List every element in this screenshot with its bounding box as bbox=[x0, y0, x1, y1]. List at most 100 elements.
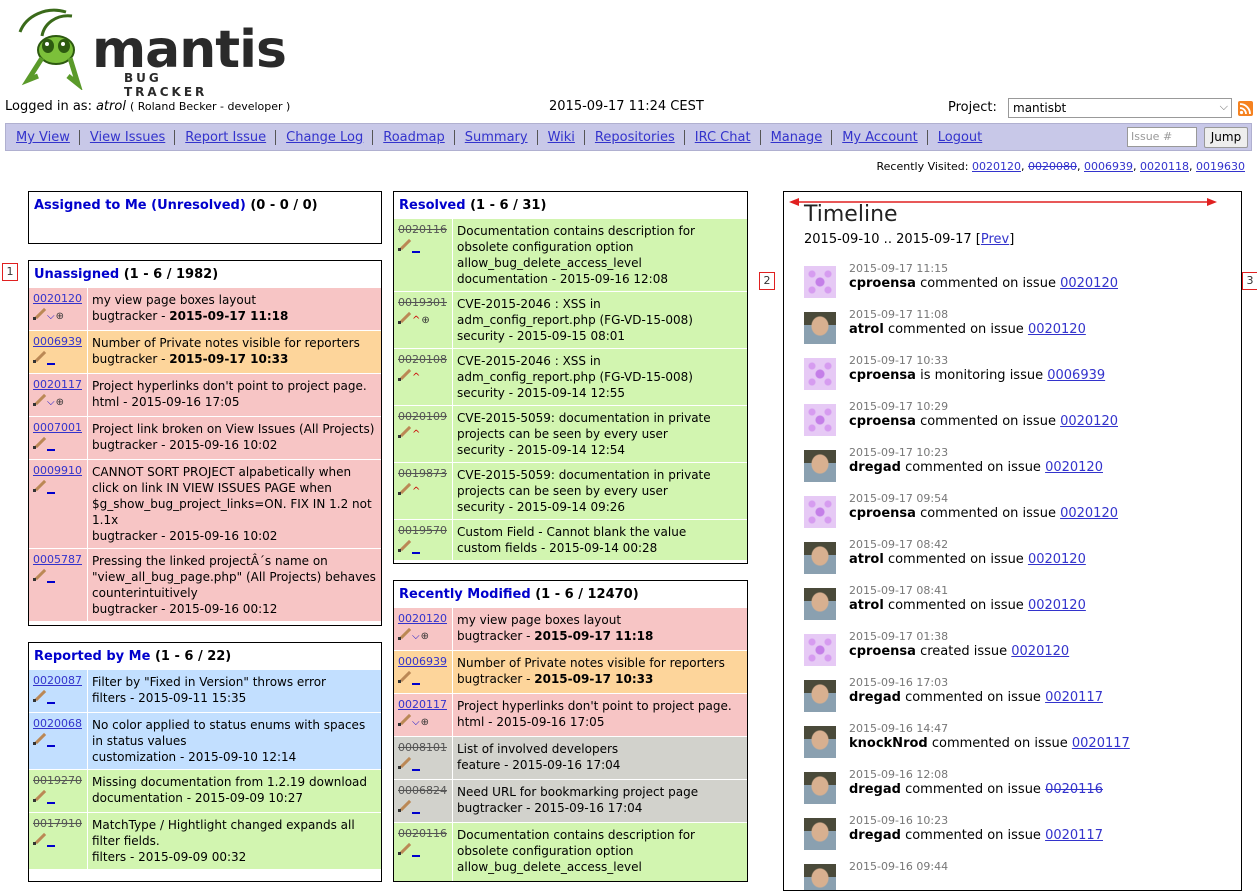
edit-pencil-icon[interactable] bbox=[398, 713, 410, 726]
edit-pencil-icon[interactable] bbox=[398, 482, 410, 495]
unassigned-title-link[interactable]: Unassigned bbox=[34, 267, 119, 282]
timeline-user[interactable]: cproensa bbox=[849, 506, 916, 521]
edit-pencil-icon[interactable] bbox=[33, 732, 45, 745]
edit-pencil-icon[interactable] bbox=[33, 789, 45, 802]
timeline-user[interactable]: atrol bbox=[849, 552, 884, 567]
edit-pencil-icon[interactable] bbox=[398, 842, 410, 855]
mantis-logo[interactable]: mantis BUG TRACKER bbox=[6, 6, 287, 99]
timeline-user[interactable]: dregad bbox=[849, 460, 901, 475]
issue-id-link[interactable]: 0019270 bbox=[33, 774, 82, 787]
issue-id-link[interactable]: 0009910 bbox=[33, 464, 82, 477]
issue-id-link[interactable]: 0020109 bbox=[398, 410, 447, 423]
issue-row: 0019570 Custom Field - Cannot blank the v… bbox=[394, 519, 747, 560]
timeline-user[interactable]: cproensa bbox=[849, 644, 916, 659]
timeline-user[interactable]: knockNrod bbox=[849, 736, 928, 751]
issue-id-link[interactable]: 0020068 bbox=[33, 717, 82, 730]
timeline-user[interactable]: atrol bbox=[849, 598, 884, 613]
timeline-issue-link[interactable]: 0020120 bbox=[1060, 414, 1118, 429]
timeline-user[interactable]: cproensa bbox=[849, 276, 916, 291]
recent-issue-link[interactable]: 0020080 bbox=[1028, 160, 1077, 173]
edit-pencil-icon[interactable] bbox=[398, 238, 410, 251]
menu-item-change-log[interactable]: Change Log bbox=[276, 130, 374, 145]
timeline-issue-link[interactable]: 0020116 bbox=[1045, 782, 1103, 797]
recent-issue-link[interactable]: 0006939 bbox=[1084, 160, 1133, 173]
edit-pencil-icon[interactable] bbox=[33, 350, 45, 363]
jump-button[interactable]: Jump bbox=[1204, 127, 1248, 148]
timeline-issue-link[interactable]: 0020120 bbox=[1028, 322, 1086, 337]
menu-item-my-account[interactable]: My Account bbox=[832, 130, 928, 145]
issue-id-link[interactable]: 0020117 bbox=[33, 378, 82, 391]
resolved-title-link[interactable]: Resolved bbox=[399, 198, 466, 213]
issue-id-link[interactable]: 0020108 bbox=[398, 353, 447, 366]
edit-pencil-icon[interactable] bbox=[33, 568, 45, 581]
issue-id-link[interactable]: 0019570 bbox=[398, 524, 447, 537]
issue-number-input[interactable]: Issue # bbox=[1127, 127, 1197, 147]
rss-icon[interactable] bbox=[1238, 101, 1253, 116]
edit-pencil-icon[interactable] bbox=[33, 479, 45, 492]
timeline-issue-link[interactable]: 0020120 bbox=[1060, 276, 1118, 291]
menu-item-manage[interactable]: Manage bbox=[760, 130, 833, 145]
timeline-user[interactable]: cproensa bbox=[849, 414, 916, 429]
edit-pencil-icon[interactable] bbox=[398, 425, 410, 438]
timeline-issue-link[interactable]: 0020120 bbox=[1028, 552, 1086, 567]
issue-id-link[interactable]: 0008101 bbox=[398, 741, 447, 754]
issue-id-link[interactable]: 0020087 bbox=[33, 674, 82, 687]
edit-pencil-icon[interactable] bbox=[398, 799, 410, 812]
timeline-issue-link[interactable]: 0020117 bbox=[1045, 828, 1103, 843]
timeline-user[interactable]: dregad bbox=[849, 690, 901, 705]
menu-item-my-view[interactable]: My View bbox=[6, 130, 80, 145]
edit-pencil-icon[interactable] bbox=[398, 368, 410, 381]
modified-title-link[interactable]: Recently Modified bbox=[399, 587, 531, 602]
recent-issue-link[interactable]: 0020120 bbox=[972, 160, 1021, 173]
timeline-user[interactable]: dregad bbox=[849, 828, 901, 843]
issue-id-link[interactable]: 0020117 bbox=[398, 698, 447, 711]
assigned-title-link[interactable]: Assigned to Me (Unresolved) bbox=[34, 198, 246, 213]
timeline-issue-link[interactable]: 0020117 bbox=[1072, 736, 1130, 751]
edit-pencil-icon[interactable] bbox=[33, 832, 45, 845]
timeline-issue-link[interactable]: 0020120 bbox=[1011, 644, 1069, 659]
issue-id-link[interactable]: 0007001 bbox=[33, 421, 82, 434]
timeline-issue-link[interactable]: 0006939 bbox=[1047, 368, 1105, 383]
issue-id-link[interactable]: 0020116 bbox=[398, 827, 447, 840]
issue-id-link[interactable]: 0006824 bbox=[398, 784, 447, 797]
issue-id-link[interactable]: 0020120 bbox=[398, 612, 447, 625]
timeline-user[interactable]: atrol bbox=[849, 322, 884, 337]
edit-pencil-icon[interactable] bbox=[33, 393, 45, 406]
edit-pencil-icon[interactable] bbox=[398, 670, 410, 683]
menu-item-irc-chat[interactable]: IRC Chat bbox=[684, 130, 761, 145]
issue-row: 0009910 CANNOT SORT PROJECT alpabetically… bbox=[29, 459, 381, 548]
recent-issue-link[interactable]: 0019630 bbox=[1196, 160, 1245, 173]
edit-pencil-icon[interactable] bbox=[398, 756, 410, 769]
recent-issue-link[interactable]: 0020118 bbox=[1140, 160, 1189, 173]
menu-item-report-issue[interactable]: Report Issue bbox=[175, 130, 277, 145]
issue-id-link[interactable]: 0020120 bbox=[33, 292, 82, 305]
timeline-user[interactable]: cproensa bbox=[849, 368, 916, 383]
edit-pencil-icon[interactable] bbox=[398, 627, 410, 640]
issue-id-link[interactable]: 0006939 bbox=[33, 335, 82, 348]
edit-pencil-icon[interactable] bbox=[398, 311, 410, 324]
timeline-issue-link[interactable]: 0020117 bbox=[1045, 690, 1103, 705]
timeline-issue-link[interactable]: 0020120 bbox=[1045, 460, 1103, 475]
menu-item-summary[interactable]: Summary bbox=[454, 130, 538, 145]
timeline-user[interactable]: dregad bbox=[849, 782, 901, 797]
issue-id-link[interactable]: 0005787 bbox=[33, 553, 82, 566]
issue-id-link[interactable]: 0020116 bbox=[398, 223, 447, 236]
timeline-prev-link[interactable]: Prev bbox=[981, 232, 1009, 247]
menu-item-logout[interactable]: Logout bbox=[928, 130, 992, 145]
menu-item-view-issues[interactable]: View Issues bbox=[79, 130, 176, 145]
issue-id-link[interactable]: 0019301 bbox=[398, 296, 447, 309]
reported-title-link[interactable]: Reported by Me bbox=[34, 649, 150, 664]
timeline-issue-link[interactable]: 0020120 bbox=[1028, 598, 1086, 613]
project-select[interactable]: mantisbt ⌵ bbox=[1008, 98, 1232, 118]
edit-pencil-icon[interactable] bbox=[398, 539, 410, 552]
menu-item-repositories[interactable]: Repositories bbox=[584, 130, 685, 145]
timeline-issue-link[interactable]: 0020120 bbox=[1060, 506, 1118, 521]
issue-id-link[interactable]: 0006939 bbox=[398, 655, 447, 668]
issue-id-link[interactable]: 0017910 bbox=[33, 817, 82, 830]
edit-pencil-icon[interactable] bbox=[33, 689, 45, 702]
edit-pencil-icon[interactable] bbox=[33, 436, 45, 449]
edit-pencil-icon[interactable] bbox=[33, 307, 45, 320]
issue-id-link[interactable]: 0019873 bbox=[398, 467, 447, 480]
menu-item-wiki[interactable]: Wiki bbox=[537, 130, 585, 145]
menu-item-roadmap[interactable]: Roadmap bbox=[373, 130, 455, 145]
